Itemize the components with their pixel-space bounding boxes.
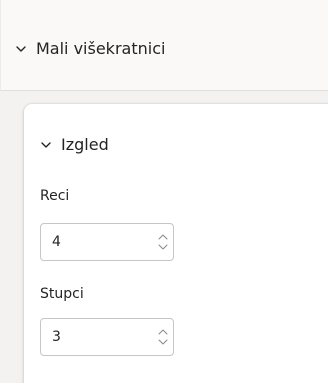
small-multiples-header[interactable]: Mali višekratnici (15, 38, 165, 60)
chevron-down-icon (40, 139, 52, 151)
chevron-up-icon[interactable] (157, 232, 169, 242)
rows-value[interactable]: 4 (41, 232, 153, 252)
columns-value[interactable]: 3 (41, 327, 153, 347)
rows-label: Reci (40, 188, 70, 204)
rows-stepper-arrows (153, 224, 173, 260)
rows-stepper[interactable]: 4 (40, 223, 174, 261)
layout-card: Izgled Reci 4 Stupci 3 (24, 104, 328, 383)
format-pane: Mali višekratnici Izgled Reci 4 Stupci 3 (0, 0, 328, 383)
layout-header[interactable]: Izgled (40, 134, 109, 156)
columns-label: Stupci (40, 286, 84, 302)
columns-stepper-arrows (153, 319, 173, 355)
card-title: Izgled (61, 135, 109, 154)
columns-stepper[interactable]: 3 (40, 318, 174, 356)
chevron-down-icon (15, 43, 27, 55)
section-title: Mali višekratnici (36, 39, 166, 58)
small-multiples-section: Mali višekratnici (0, 0, 328, 91)
chevron-down-icon[interactable] (157, 337, 169, 347)
chevron-down-icon[interactable] (157, 242, 169, 252)
chevron-up-icon[interactable] (157, 327, 169, 337)
